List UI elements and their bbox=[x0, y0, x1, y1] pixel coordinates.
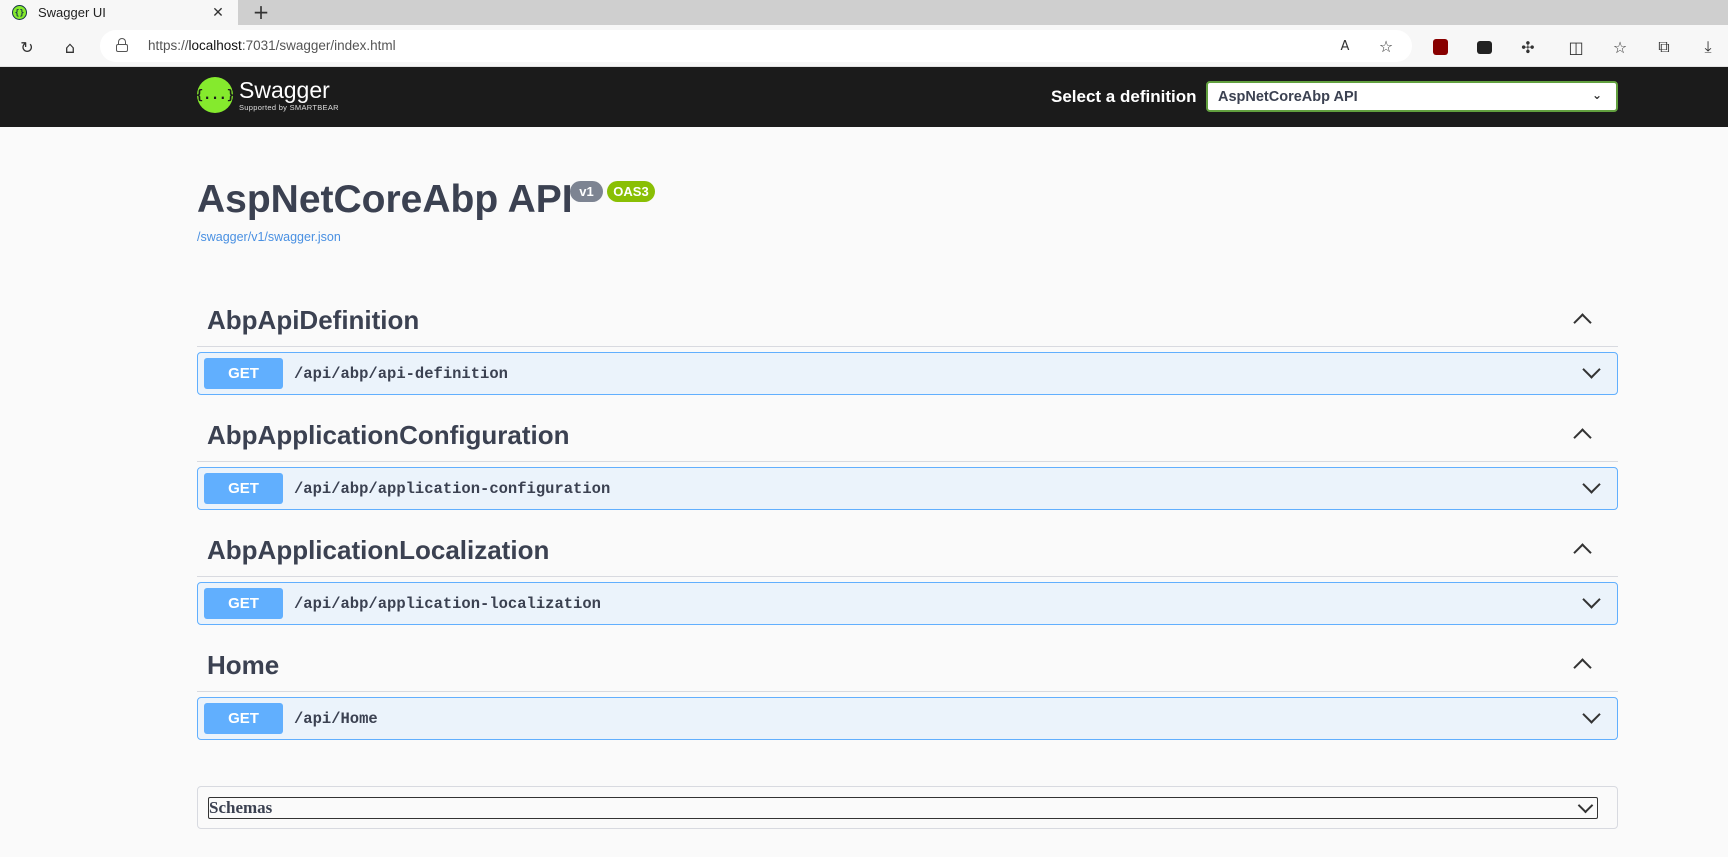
favorites-icon[interactable]: ☆ bbox=[1610, 37, 1630, 57]
tag-header[interactable]: Home bbox=[197, 640, 1618, 692]
browser-tab-bar: {} Swagger UI ✕ + bbox=[0, 0, 1728, 25]
operation-path: /api/abp/api-definition bbox=[294, 364, 508, 383]
collections-icon[interactable]: ⧉ bbox=[1654, 37, 1674, 57]
address-bar[interactable]: https://localhost:7031/swagger/index.htm… bbox=[100, 30, 1412, 62]
operation-path: /api/abp/application-configuration bbox=[294, 479, 611, 498]
refresh-icon[interactable]: ↻ bbox=[17, 37, 37, 57]
operation-path: /api/Home bbox=[294, 709, 378, 728]
tag-name: AbpApplicationLocalization bbox=[207, 535, 550, 565]
tag-group-home: Home GET /api/Home bbox=[197, 640, 1618, 740]
logo-subtitle: Supported by SMARTBEAR bbox=[239, 103, 339, 112]
new-tab-button[interactable]: + bbox=[250, 0, 272, 25]
method-badge: GET bbox=[204, 473, 283, 504]
extensions-puzzle-icon[interactable]: ✣ bbox=[1518, 37, 1538, 57]
lock-icon[interactable] bbox=[116, 38, 128, 52]
chevron-up-icon[interactable] bbox=[1572, 654, 1592, 674]
schemas-section: Schemas bbox=[197, 786, 1618, 829]
chevron-down-icon[interactable] bbox=[1581, 478, 1601, 498]
split-screen-icon[interactable]: ◫ bbox=[1566, 37, 1586, 57]
ublock-extension-icon[interactable] bbox=[1430, 37, 1450, 57]
chevron-up-icon[interactable] bbox=[1572, 539, 1592, 559]
chevron-down-icon[interactable] bbox=[1581, 593, 1601, 613]
tag-group-abpapidefinition: AbpApiDefinition GET /api/abp/api-defini… bbox=[197, 295, 1618, 395]
tag-header[interactable]: AbpApplicationLocalization bbox=[197, 525, 1618, 577]
extension-icon[interactable] bbox=[1474, 37, 1494, 57]
chevron-down-icon[interactable] bbox=[1581, 363, 1601, 383]
spec-json-link[interactable]: /swagger/v1/swagger.json bbox=[197, 230, 341, 244]
oas-badge: OAS3 bbox=[607, 181, 655, 202]
chevron-up-icon[interactable] bbox=[1572, 424, 1592, 444]
downloads-icon[interactable]: ⤓ bbox=[1698, 37, 1718, 57]
browser-tab[interactable]: {} Swagger UI ✕ bbox=[0, 0, 238, 25]
method-badge: GET bbox=[204, 703, 283, 734]
api-title: AspNetCoreAbp API bbox=[197, 178, 573, 221]
chevron-down-icon: ⌄ bbox=[1591, 88, 1602, 102]
tag-group-abpapplicationlocalization: AbpApplicationLocalization GET /api/abp/… bbox=[197, 525, 1618, 625]
operation-get[interactable]: GET /api/abp/api-definition bbox=[197, 352, 1618, 395]
swagger-logo[interactable]: {...} Swagger Supported by SMARTBEAR bbox=[195, 77, 339, 113]
favorite-star-icon[interactable]: ☆ bbox=[1376, 36, 1396, 56]
swagger-topbar: {...} Swagger Supported by SMARTBEAR Sel… bbox=[0, 67, 1728, 127]
operation-path: /api/abp/application-localization bbox=[294, 594, 601, 613]
definition-selected-value: AspNetCoreAbp API bbox=[1218, 88, 1358, 105]
tag-header[interactable]: AbpApplicationConfiguration bbox=[197, 410, 1618, 462]
tab-close-icon[interactable]: ✕ bbox=[210, 4, 226, 21]
chevron-down-icon[interactable] bbox=[1581, 708, 1601, 728]
method-badge: GET bbox=[204, 358, 283, 389]
tag-name: Home bbox=[207, 650, 280, 680]
operation-get[interactable]: GET /api/abp/application-configuration bbox=[197, 467, 1618, 510]
swagger-logo-icon: {...} bbox=[195, 77, 235, 113]
logo-name: Swagger bbox=[239, 77, 330, 103]
tag-name: AbpApiDefinition bbox=[207, 305, 420, 335]
definition-select[interactable]: AspNetCoreAbp API ⌄ bbox=[1206, 81, 1618, 112]
browser-toolbar: ↻ ⌂ https://localhost:7031/swagger/index… bbox=[0, 25, 1728, 67]
swagger-favicon-icon: {} bbox=[12, 5, 27, 20]
operation-get[interactable]: GET /api/Home bbox=[197, 697, 1618, 740]
tag-name: AbpApplicationConfiguration bbox=[207, 420, 570, 450]
definition-label: Select a definition bbox=[1051, 87, 1197, 106]
url-text[interactable]: https://localhost:7031/swagger/index.htm… bbox=[148, 38, 396, 53]
tag-group-abpapplicationconfiguration: AbpApplicationConfiguration GET /api/abp… bbox=[197, 410, 1618, 510]
schemas-label: Schemas bbox=[209, 798, 273, 817]
tag-header[interactable]: AbpApiDefinition bbox=[197, 295, 1618, 347]
version-badge: v1 bbox=[570, 181, 603, 202]
schemas-toggle-button[interactable]: Schemas bbox=[208, 797, 1598, 819]
tab-title: Swagger UI bbox=[38, 5, 106, 20]
operation-get[interactable]: GET /api/abp/application-localization bbox=[197, 582, 1618, 625]
home-icon[interactable]: ⌂ bbox=[60, 37, 80, 57]
chevron-down-icon bbox=[1577, 800, 1593, 816]
chevron-up-icon[interactable] bbox=[1572, 309, 1592, 329]
read-aloud-icon[interactable]: A bbox=[1335, 36, 1355, 56]
method-badge: GET bbox=[204, 588, 283, 619]
